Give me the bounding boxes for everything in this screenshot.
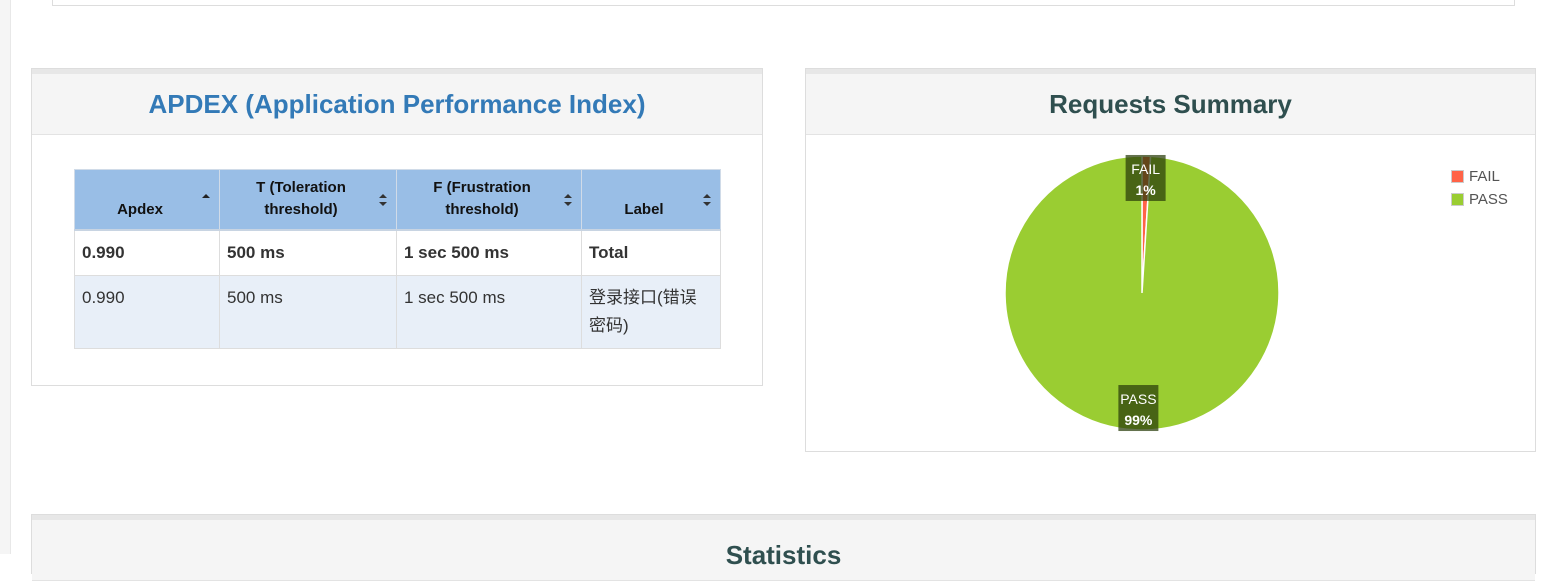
apdex-panel-title[interactable]: APDEX (Application Performance Index)	[149, 89, 646, 120]
column-header-label-text: Label	[624, 200, 664, 218]
previous-panel-bottom	[52, 0, 1515, 6]
requests-pie-chart: FAIL 1% PASS 99%	[1004, 154, 1280, 432]
statistics-panel: Statistics	[31, 514, 1536, 581]
table-row-total: 0.990 500 ms 1 sec 500 ms Total	[74, 229, 721, 276]
summary-panel-heading: Requests Summary	[806, 69, 1535, 135]
cell-frustration: 1 sec 500 ms	[396, 229, 582, 276]
cell-label: Total	[581, 229, 721, 276]
sort-both-icon	[703, 194, 711, 206]
pie-label-pass: PASS 99%	[1118, 385, 1159, 432]
cell-apdex: 0.990	[74, 274, 220, 349]
sort-both-icon	[379, 194, 387, 206]
column-header-toleration[interactable]: T (Toleration threshold)	[219, 169, 397, 231]
legend-item-pass[interactable]: PASS	[1451, 188, 1508, 211]
page-left-rail	[0, 0, 11, 554]
cell-label: 登录接口(错误密码)	[581, 274, 721, 349]
column-header-apdex[interactable]: Apdex	[74, 169, 220, 231]
pie-label-percent: 1%	[1135, 182, 1156, 198]
column-header-frustration[interactable]: F (Frustration threshold)	[396, 169, 582, 231]
sort-ascending-icon	[202, 194, 210, 198]
apdex-panel: APDEX (Application Performance Index) Ap…	[31, 68, 763, 386]
legend-label-pass: PASS	[1469, 191, 1508, 208]
apdex-panel-heading: APDEX (Application Performance Index)	[32, 69, 762, 135]
cell-toleration: 500 ms	[219, 274, 397, 349]
apdex-table: Apdex T (Toleration threshold) F (Frustr…	[74, 169, 721, 349]
statistics-panel-heading: Statistics	[32, 515, 1535, 581]
pie-label-fail: FAIL 1%	[1125, 154, 1166, 201]
chart-legend: FAIL PASS	[1451, 165, 1508, 211]
pie-label-percent: 99%	[1124, 412, 1153, 428]
statistics-panel-title[interactable]: Statistics	[726, 540, 842, 571]
pie-label-category: FAIL	[1131, 161, 1160, 177]
column-header-label: T (Toleration threshold)	[256, 178, 346, 218]
column-header-label[interactable]: Label	[581, 169, 721, 231]
pie-label-category: PASS	[1120, 391, 1156, 407]
cell-toleration: 500 ms	[219, 229, 397, 276]
cell-frustration: 1 sec 500 ms	[396, 274, 582, 349]
legend-swatch-fail	[1451, 170, 1464, 183]
cell-apdex: 0.990	[74, 229, 220, 276]
pie-chart-area: FAIL 1% PASS 99%	[806, 135, 1535, 451]
sort-both-icon	[564, 194, 572, 206]
column-header-label: Apdex	[117, 200, 163, 218]
apdex-table-header-row: Apdex T (Toleration threshold) F (Frustr…	[74, 169, 721, 231]
column-header-label: F (Frustration threshold)	[433, 178, 531, 218]
legend-item-fail[interactable]: FAIL	[1451, 165, 1508, 188]
requests-summary-panel: Requests Summary FAIL 1% PASS 99% FAIL PASS	[805, 68, 1536, 452]
table-row: 0.990 500 ms 1 sec 500 ms 登录接口(错误密码)	[74, 274, 721, 349]
legend-label-fail: FAIL	[1469, 168, 1500, 185]
legend-swatch-pass	[1451, 193, 1464, 206]
summary-panel-title[interactable]: Requests Summary	[1049, 89, 1292, 120]
